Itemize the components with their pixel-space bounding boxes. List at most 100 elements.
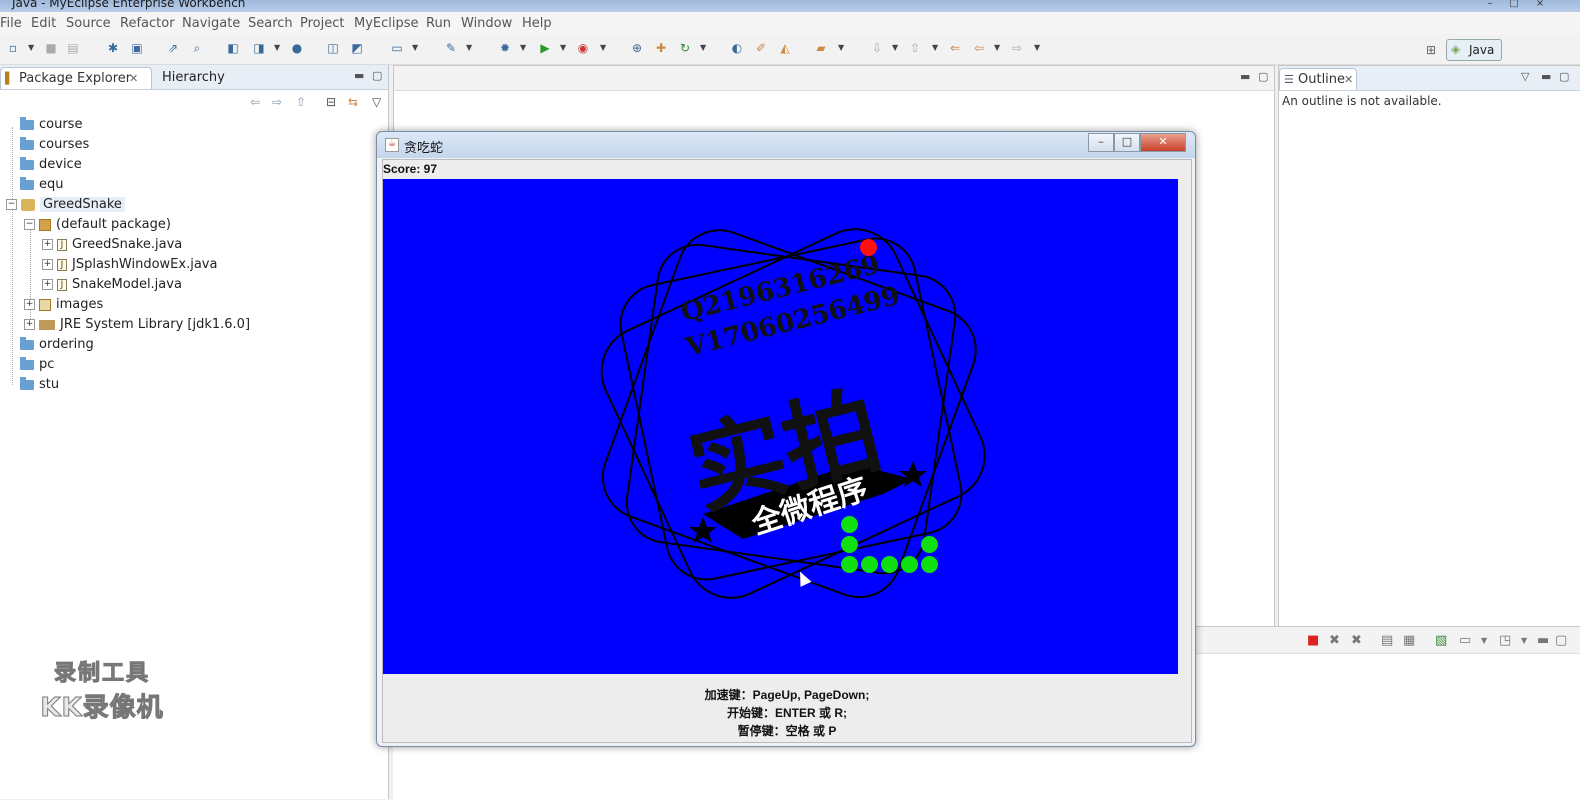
maximize-view-icon[interactable]: ▢: [372, 69, 382, 82]
tree-item-snakemodel-java[interactable]: + J SnakeModel.java: [42, 275, 182, 295]
open-perspective-list-icon[interactable]: ⊞: [1426, 43, 1436, 57]
chevron-down-icon[interactable]: ▼: [1521, 636, 1527, 645]
build-icon[interactable]: ✱: [106, 41, 120, 55]
snake-game-window[interactable]: ☕ 贪吃蛇 – □ ✕ Score: 97 Q2196316269 V17060…: [376, 131, 1196, 747]
remove-launch-icon[interactable]: ✖: [1329, 633, 1340, 648]
next-annotation-icon[interactable]: ⇩: [870, 41, 884, 55]
minimize-view-icon[interactable]: ▬: [1537, 633, 1549, 648]
new-class-icon[interactable]: ⊕: [630, 41, 644, 55]
perspective-java-button[interactable]: ◈ Java: [1446, 39, 1502, 61]
chevron-down-icon[interactable]: ▼: [600, 41, 606, 55]
minimize-view-icon[interactable]: ▬: [354, 69, 364, 82]
chevron-down-icon[interactable]: ▼: [994, 41, 1000, 55]
scroll-lock-icon[interactable]: ▦: [1403, 633, 1415, 648]
menu-help[interactable]: Help: [522, 16, 552, 31]
chevron-down-icon[interactable]: ▼: [892, 41, 898, 55]
menu-project[interactable]: Project: [300, 16, 344, 31]
menu-navigate[interactable]: Navigate: [182, 16, 240, 31]
tree-item-courses[interactable]: courses: [20, 135, 89, 155]
view-menu-icon[interactable]: ▽: [1521, 70, 1529, 83]
menu-refactor[interactable]: Refactor: [120, 16, 175, 31]
maximize-button[interactable]: □: [1114, 133, 1140, 152]
game-board[interactable]: Q2196316269 V17060256499 实拍 全微程序: [383, 179, 1178, 674]
game-titlebar[interactable]: ☕ 贪吃蛇 – □ ✕: [377, 132, 1195, 158]
tab-outline[interactable]: ☰ Outline ✕: [1279, 68, 1357, 90]
tree-item-images[interactable]: + images: [24, 295, 103, 315]
tree-item-default-package[interactable]: − (default package): [24, 215, 171, 235]
up-icon[interactable]: ⇧: [296, 95, 306, 109]
tree-item-course[interactable]: course: [20, 115, 82, 135]
close-button[interactable]: ×: [1530, 0, 1550, 10]
chevron-down-icon[interactable]: ▼: [932, 41, 938, 55]
prev-annotation-icon[interactable]: ⇧: [908, 41, 922, 55]
back-icon[interactable]: ⇦: [972, 41, 986, 55]
menu-myeclipse[interactable]: MyEclipse: [354, 16, 419, 31]
menu-source[interactable]: Source: [66, 16, 111, 31]
tree-item-pc[interactable]: pc: [20, 355, 54, 375]
chevron-down-icon[interactable]: ▼: [466, 41, 472, 55]
pin-console-icon[interactable]: ▧: [1435, 633, 1447, 648]
chevron-down-icon[interactable]: ▼: [520, 41, 526, 55]
tree-item-jre-library[interactable]: + JRE System Library [jdk1.6.0]: [24, 315, 250, 335]
tools-icon[interactable]: ✎: [444, 41, 458, 55]
server-icon[interactable]: ▣: [130, 41, 144, 55]
tree-item-equ[interactable]: equ: [20, 175, 64, 195]
open-type-icon[interactable]: ◩: [350, 41, 364, 55]
chevron-down-icon[interactable]: ▼: [700, 41, 706, 55]
tree-item-stu[interactable]: stu: [20, 375, 59, 395]
run-icon[interactable]: ▶: [538, 41, 552, 55]
menu-run[interactable]: Run: [426, 16, 451, 31]
open-folder-icon[interactable]: ◫: [326, 41, 340, 55]
link-editor-icon[interactable]: ⇆: [348, 95, 358, 109]
open-perspective-icon[interactable]: ◐: [730, 41, 744, 55]
forward-icon[interactable]: ⇨: [1010, 41, 1024, 55]
chevron-down-icon[interactable]: ▼: [1481, 636, 1487, 645]
refresh-icon[interactable]: ↻: [678, 41, 692, 55]
expand-icon[interactable]: +: [24, 319, 35, 330]
close-icon[interactable]: ✕: [1344, 69, 1353, 90]
chevron-down-icon[interactable]: ▼: [274, 41, 280, 55]
minimize-view-icon[interactable]: ▬: [1240, 70, 1250, 83]
chevron-down-icon[interactable]: ▼: [560, 41, 566, 55]
maximize-view-icon[interactable]: ▢: [1559, 70, 1569, 83]
back-icon[interactable]: ⇦: [250, 95, 260, 109]
new-icon[interactable]: ▫: [6, 41, 20, 55]
tree-item-device[interactable]: device: [20, 155, 82, 175]
remove-all-icon[interactable]: ✖: [1351, 633, 1362, 648]
collapse-all-icon[interactable]: ⊟: [326, 95, 336, 109]
chevron-down-icon[interactable]: ▼: [28, 41, 34, 55]
menu-file[interactable]: File: [0, 16, 22, 31]
deploy-icon[interactable]: ⇗: [166, 41, 180, 55]
expand-icon[interactable]: +: [42, 239, 53, 250]
search-icon[interactable]: ⌕: [190, 41, 204, 55]
maximize-view-icon[interactable]: ▢: [1258, 70, 1268, 83]
open-console-icon[interactable]: ◳: [1499, 633, 1511, 648]
chevron-down-icon[interactable]: ▼: [1034, 41, 1040, 55]
window-icon[interactable]: ▭: [390, 41, 404, 55]
collapse-icon[interactable]: −: [24, 219, 35, 230]
tree-item-greedsnake[interactable]: − GreedSnake: [6, 195, 125, 215]
menu-edit[interactable]: Edit: [31, 16, 56, 31]
new-project-icon[interactable]: ◧: [226, 41, 240, 55]
tab-hierarchy[interactable]: Hierarchy: [162, 67, 225, 88]
clear-console-icon[interactable]: ▤: [1381, 633, 1393, 648]
minimize-button[interactable]: –: [1088, 133, 1114, 152]
tab-package-explorer[interactable]: ▌ Package Explorer ✕: [0, 67, 152, 89]
globe-icon[interactable]: ●: [290, 41, 304, 55]
debug-icon[interactable]: ✹: [498, 41, 512, 55]
chevron-down-icon[interactable]: ▼: [838, 41, 844, 55]
folder-icon[interactable]: ▰: [814, 41, 828, 55]
menu-search[interactable]: Search: [248, 16, 293, 31]
expand-icon[interactable]: +: [42, 259, 53, 270]
display-console-icon[interactable]: ▭: [1459, 633, 1471, 648]
minimize-view-icon[interactable]: ▬: [1541, 70, 1551, 83]
expand-icon[interactable]: +: [24, 299, 35, 310]
save-icon[interactable]: ■: [44, 41, 58, 55]
expand-icon[interactable]: +: [42, 279, 53, 290]
menu-window[interactable]: Window: [461, 16, 512, 31]
bookmark-icon[interactable]: ◭: [778, 41, 792, 55]
tree-item-jsplashwindowex-java[interactable]: + J JSplashWindowEx.java: [42, 255, 217, 275]
forward-icon[interactable]: ⇨: [272, 95, 282, 109]
chevron-down-icon[interactable]: ▼: [412, 41, 418, 55]
maximize-button[interactable]: □: [1504, 0, 1524, 10]
